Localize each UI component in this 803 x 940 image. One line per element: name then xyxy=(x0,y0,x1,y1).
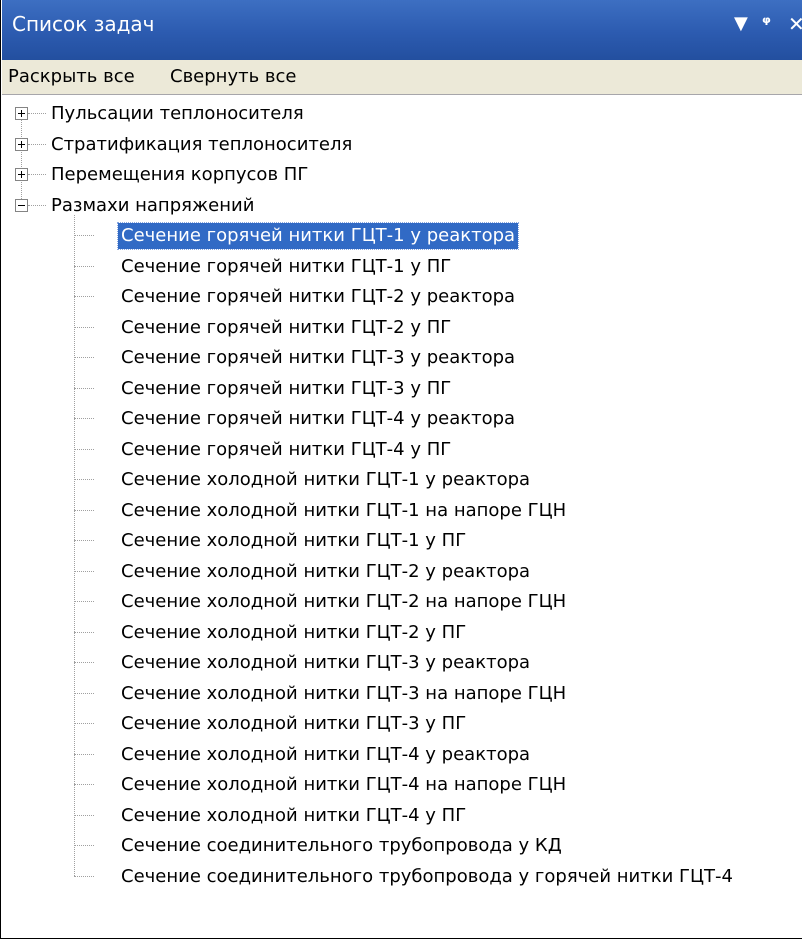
tree-child-label: Сечение горячей нитки ГЦТ-4 у ПГ xyxy=(121,438,452,460)
tree-child-item[interactable]: Сечение горячей нитки ГЦТ-4 у ПГ xyxy=(2,435,792,465)
tree-child-label: Сечение холодной нитки ГЦТ-3 у реактора xyxy=(121,652,531,673)
tree-child-item[interactable]: Сечение соединительного трубопровода у К… xyxy=(2,831,792,861)
tree-connector-line xyxy=(28,143,46,145)
tree-child-item[interactable]: Сечение горячей нитки ГЦТ-4 у реактора xyxy=(2,404,792,434)
tree-child-item[interactable]: Сечение холодной нитки ГЦТ-1 у реактора xyxy=(2,465,792,495)
tree-connector-line xyxy=(28,113,46,114)
tree-connector-line xyxy=(74,875,94,877)
tree-child-label: Сечение холодной нитки ГЦТ-2 на напоре Г… xyxy=(121,591,567,612)
tree-child-item[interactable]: Сечение холодной нитки ГЦТ-1 на напоре Г… xyxy=(2,496,792,526)
tree-child-label: Сечение соединительного трубопровода у К… xyxy=(121,835,562,856)
task-list-panel: Список задач ▼ ᵠ ✕ Раскрыть все Свернуть… xyxy=(0,0,802,939)
tree-connector-line xyxy=(74,387,94,389)
tree-group-item[interactable]: Размахи напряжений xyxy=(2,191,792,221)
tree-connector-line xyxy=(74,235,94,236)
tree-child-label: Сечение холодной нитки ГЦТ-2 у ПГ xyxy=(121,621,467,643)
collapse-toggle-icon[interactable] xyxy=(15,198,28,212)
tree-child-item[interactable]: Сечение горячей нитки ГЦТ-1 у ПГ xyxy=(2,252,792,282)
tree-child-label: Сечение горячей нитки ГЦТ-2 у ПГ xyxy=(121,316,452,338)
tree-group-item[interactable]: Перемещения корпусов ПГ xyxy=(2,160,792,190)
tree-child-item[interactable]: Сечение холодной нитки ГЦТ-3 на напоре Г… xyxy=(2,679,792,709)
tree-child-label: Сечение холодной нитки ГЦТ-3 на напоре Г… xyxy=(121,682,567,704)
tree-group-label: Размахи напряжений xyxy=(51,194,255,216)
expand-toggle-icon[interactable] xyxy=(15,107,28,120)
tree-connector-line xyxy=(74,662,94,663)
tree-child-label: Сечение холодной нитки ГЦТ-4 на напоре Г… xyxy=(121,774,567,795)
tree-child-item[interactable]: Сечение холодной нитки ГЦТ-4 у реактора xyxy=(2,740,792,770)
tree-connector-line xyxy=(28,174,46,175)
tree-child-label: Сечение соединительного трубопровода у г… xyxy=(121,865,733,887)
tree-child-label: Сечение горячей нитки ГЦТ-4 у реактора xyxy=(121,408,516,429)
tree-connector-line xyxy=(74,692,94,694)
tree-child-item[interactable]: Сечение горячей нитки ГЦТ-2 у реактора xyxy=(2,282,792,312)
tree-child-label-selected: Сечение горячей нитки ГЦТ-1 у реактора xyxy=(116,222,520,250)
tree-connector-line xyxy=(74,296,94,297)
expand-all-button[interactable]: Раскрыть все xyxy=(8,64,135,90)
tree-group-item[interactable]: Стратификация теплоносителя xyxy=(2,130,792,160)
tree-connector-line xyxy=(74,570,94,572)
task-tree: Пульсации теплоносителя Стратификация теп… xyxy=(2,95,802,938)
tree-connector-line xyxy=(74,784,94,785)
tree-connector-line xyxy=(74,845,94,846)
panel-toolbar: Раскрыть все Свернуть все xyxy=(2,60,802,95)
tree-child-item[interactable]: Сечение холодной нитки ГЦТ-4 на напоре Г… xyxy=(2,770,792,800)
panel-title-bar[interactable]: Список задач ▼ ᵠ ✕ xyxy=(2,0,802,60)
tree-connector-line xyxy=(74,418,94,419)
tree-child-item[interactable]: Сечение горячей нитки ГЦТ-3 у реактора xyxy=(2,343,792,373)
tree-child-item[interactable]: Сечение холодной нитки ГЦТ-3 у ПГ xyxy=(2,709,792,739)
tree-child-label: Сечение холодной нитки ГЦТ-1 на напоре Г… xyxy=(121,499,567,521)
tree-group-label: Стратификация теплоносителя xyxy=(51,133,353,155)
tree-child-item[interactable]: Сечение горячей нитки ГЦТ-1 у реактора xyxy=(2,221,792,251)
tree-child-item[interactable]: Сечение холодной нитки ГЦТ-3 у реактора xyxy=(2,648,792,678)
tree-child-label: Сечение горячей нитки ГЦТ-2 у реактора xyxy=(121,286,516,307)
tree-connector-line xyxy=(74,326,94,328)
expand-toggle-icon[interactable] xyxy=(15,137,28,151)
tree-connector-line xyxy=(74,479,94,480)
tree-connector-line xyxy=(74,448,94,450)
tree-connector-line xyxy=(74,601,94,602)
tree-group-item[interactable]: Пульсации теплоносителя xyxy=(2,99,792,129)
pin-icon[interactable]: ᵠ xyxy=(762,12,780,36)
tree-connector-line xyxy=(28,204,46,206)
dropdown-arrow-icon[interactable]: ▼ xyxy=(734,12,752,36)
tree-child-item[interactable]: Сечение холодной нитки ГЦТ-2 у реактора xyxy=(2,557,792,587)
tree-connector-line xyxy=(74,265,94,267)
tree-connector-line xyxy=(74,357,94,358)
tree-group-label: Перемещения корпусов ПГ xyxy=(51,164,309,185)
tree-child-label: Сечение холодной нитки ГЦТ-4 у реактора xyxy=(121,743,531,765)
tree-child-item[interactable]: Сечение горячей нитки ГЦТ-2 у ПГ xyxy=(2,313,792,343)
tree-child-label: Сечение холодной нитки ГЦТ-2 у реактора xyxy=(121,560,531,582)
tree-child-connector-line xyxy=(74,215,75,876)
tree-child-item[interactable]: Сечение соединительного трубопровода у г… xyxy=(2,862,792,892)
tree-child-item[interactable]: Сечение горячей нитки ГЦТ-3 у ПГ xyxy=(2,374,792,404)
expand-toggle-icon[interactable] xyxy=(15,168,28,181)
tree-child-label: Сечение горячей нитки ГЦТ-3 у ПГ xyxy=(121,377,452,399)
tree-child-label: Сечение холодной нитки ГЦТ-1 у реактора xyxy=(121,469,531,490)
tree-connector-line xyxy=(74,814,94,816)
tree-connector-line xyxy=(74,753,94,755)
tree-connector-line xyxy=(74,631,94,633)
tree-child-item[interactable]: Сечение холодной нитки ГЦТ-2 на напоре Г… xyxy=(2,587,792,617)
tree-group-label: Пульсации теплоносителя xyxy=(51,103,304,124)
close-icon[interactable]: ✕ xyxy=(788,12,802,36)
tree-connector-line xyxy=(74,540,94,541)
tree-child-item[interactable]: Сечение холодной нитки ГЦТ-2 у ПГ xyxy=(2,618,792,648)
collapse-all-button[interactable]: Свернуть все xyxy=(170,64,297,90)
tree-child-item[interactable]: Сечение холодной нитки ГЦТ-1 у ПГ xyxy=(2,526,792,556)
tree-child-label: Сечение горячей нитки ГЦТ-1 у ПГ xyxy=(121,255,452,277)
tree-child-label: Сечение холодной нитки ГЦТ-4 у ПГ xyxy=(121,804,467,826)
tree-connector-line xyxy=(74,509,94,511)
tree-connector-line xyxy=(74,723,94,724)
tree-child-label: Сечение холодной нитки ГЦТ-1 у ПГ xyxy=(121,530,467,551)
tree-child-label: Сечение горячей нитки ГЦТ-3 у реактора xyxy=(121,347,516,368)
tree-child-label: Сечение холодной нитки ГЦТ-3 у ПГ xyxy=(121,713,467,734)
tree-child-item[interactable]: Сечение холодной нитки ГЦТ-4 у ПГ xyxy=(2,801,792,831)
panel-title: Список задач xyxy=(12,12,155,36)
